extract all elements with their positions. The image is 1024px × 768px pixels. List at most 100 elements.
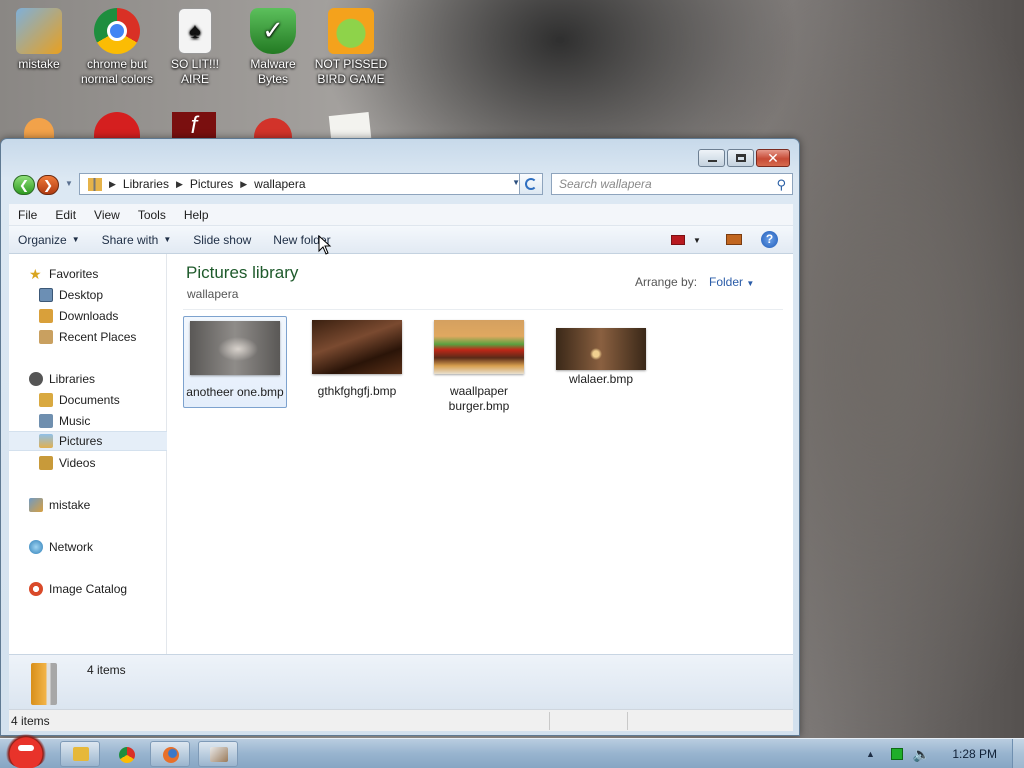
search-icon[interactable]: ⚲ — [776, 177, 786, 193]
breadcrumb-separator-icon: ▶ — [240, 178, 248, 189]
angry-birds-icon[interactable] — [254, 118, 292, 140]
maximize-button[interactable] — [727, 149, 754, 167]
clock[interactable]: 1:28 PM — [952, 747, 997, 761]
desktop-icon-solitaire[interactable]: ♠ SO LIT!!! AIRE — [156, 8, 234, 87]
file-item[interactable]: waallpaper burger.bmp — [427, 316, 531, 413]
image-catalog-icon — [29, 582, 43, 596]
breadcrumb-libraries[interactable]: Libraries — [123, 177, 169, 191]
nav-music[interactable]: Music — [9, 411, 167, 431]
nav-favorites[interactable]: ★ Favorites — [9, 264, 167, 284]
taskbar-firefox-button[interactable] — [150, 741, 190, 767]
file-item[interactable]: anotheer one.bmp — [183, 316, 287, 408]
folder-address-icon — [88, 177, 102, 191]
show-hidden-icons-icon[interactable]: ▲ — [866, 749, 875, 759]
menu-edit[interactable]: Edit — [46, 208, 85, 222]
show-desktop-button[interactable] — [1012, 739, 1024, 768]
chrome-icon — [119, 747, 135, 763]
desktop-icon-label: chrome but normal colors — [80, 57, 154, 86]
nav-desktop-label: Desktop — [59, 288, 104, 302]
star-icon: ★ — [29, 266, 42, 282]
share-with-button[interactable]: Share with ▼ — [93, 233, 181, 247]
nav-homegroup-user[interactable]: mistake — [9, 495, 167, 515]
breadcrumb-pictures[interactable]: Pictures — [190, 177, 233, 191]
help-button[interactable]: ? — [761, 231, 778, 248]
desktop-icon-malwarebytes[interactable]: ✓ Malware Bytes — [234, 8, 312, 87]
slide-show-label: Slide show — [193, 232, 252, 247]
documents-icon — [39, 393, 53, 407]
arrange-by-value: Folder — [709, 275, 744, 289]
chevron-down-icon: ▼ — [693, 235, 701, 245]
back-button[interactable]: ❮ — [13, 175, 35, 195]
status-bar: 4 items — [9, 709, 793, 731]
arrange-by-label: Arrange by: — [635, 275, 698, 289]
taskbar: ▲ 🔈 1:28 PM — [0, 731, 1024, 768]
menu-view[interactable]: View — [85, 208, 129, 222]
computer-user-icon — [16, 8, 62, 54]
angry-bird-start-icon — [18, 745, 34, 751]
malwarebytes-icon: ✓ — [250, 8, 296, 54]
menu-file[interactable]: File — [9, 208, 46, 222]
folder-large-icon — [31, 663, 57, 705]
power-icon[interactable] — [890, 748, 903, 760]
nav-videos[interactable]: Videos — [9, 453, 167, 473]
recent-places-icon — [39, 330, 53, 344]
details-item-count: 4 items — [87, 663, 126, 677]
preview-pane-button[interactable] — [726, 234, 742, 245]
firefox-icon — [163, 747, 179, 763]
desktop-icon-partial-1[interactable] — [24, 118, 54, 140]
file-thumbnail — [312, 320, 402, 374]
slide-show-button[interactable]: Slide show — [184, 233, 260, 247]
library-subtitle: wallapera — [187, 287, 239, 301]
nav-libraries-label: Libraries — [49, 372, 96, 386]
nav-documents[interactable]: Documents — [9, 390, 167, 410]
start-button[interactable] — [4, 731, 48, 768]
desktop-icon-bad-piggies[interactable]: NOT PISSED BIRD GAME — [312, 8, 390, 87]
nav-libraries[interactable]: Libraries — [9, 369, 167, 389]
nav-recent-places[interactable]: Recent Places — [9, 327, 167, 347]
videos-icon — [39, 456, 53, 470]
address-bar[interactable]: ▶ Libraries ▶ Pictures ▶ wallapera ▼ — [79, 173, 527, 195]
status-divider — [549, 712, 550, 730]
downloads-icon — [39, 309, 53, 323]
header-divider — [183, 309, 783, 310]
mouse-cursor-icon — [318, 235, 332, 255]
nav-pictures[interactable]: Pictures — [9, 431, 167, 451]
nav-network[interactable]: Network — [9, 537, 167, 557]
close-button[interactable]: ✕ — [756, 149, 790, 167]
caption-buttons: ✕ — [696, 149, 790, 167]
nav-downloads[interactable]: Downloads — [9, 306, 167, 326]
search-input[interactable]: Search wallapera — [559, 177, 652, 191]
recent-pages-icon[interactable]: ▼ — [65, 179, 73, 188]
menu-tools[interactable]: Tools — [129, 208, 175, 222]
nav-image-catalog[interactable]: Image Catalog — [9, 579, 167, 599]
breadcrumb-separator-icon: ▶ — [109, 178, 116, 189]
file-item[interactable]: gthkfghgfj.bmp — [305, 316, 409, 408]
flash-icon[interactable]: f — [172, 112, 216, 140]
details-pane: 4 items — [9, 654, 793, 709]
file-item[interactable]: wlalaer.bmp — [549, 316, 653, 408]
file-thumbnail — [434, 320, 524, 374]
minimize-button[interactable] — [698, 149, 725, 167]
libraries-icon — [29, 372, 43, 386]
nav-desktop[interactable]: Desktop — [9, 285, 167, 305]
bad-piggies-icon — [328, 8, 374, 54]
desktop-icon-mistake[interactable]: mistake — [0, 8, 78, 72]
forward-arrow-icon: ❯ — [42, 178, 54, 192]
volume-icon[interactable]: 🔈 — [913, 746, 930, 763]
taskbar-explorer-button[interactable] — [60, 741, 100, 767]
desktop-icon-chrome[interactable]: chrome but normal colors — [78, 8, 156, 87]
organize-button[interactable]: Organize ▼ — [9, 233, 89, 247]
chrome-icon — [94, 8, 140, 54]
organize-label: Organize — [18, 232, 67, 247]
taskbar-paint-button[interactable] — [198, 741, 238, 767]
view-options-button[interactable]: ▼ — [671, 234, 703, 246]
arrange-by-dropdown[interactable]: Folder ▼ — [709, 275, 754, 289]
taskbar-chrome-button[interactable] — [106, 741, 146, 767]
breadcrumb-wallapera[interactable]: wallapera — [254, 177, 305, 191]
chevron-down-icon: ▼ — [163, 235, 172, 244]
search-box[interactable]: Search wallapera ⚲ — [551, 173, 793, 195]
refresh-button[interactable] — [519, 173, 543, 195]
opera-icon[interactable] — [94, 112, 140, 140]
menu-help[interactable]: Help — [175, 208, 218, 222]
forward-button[interactable]: ❯ — [37, 175, 59, 195]
